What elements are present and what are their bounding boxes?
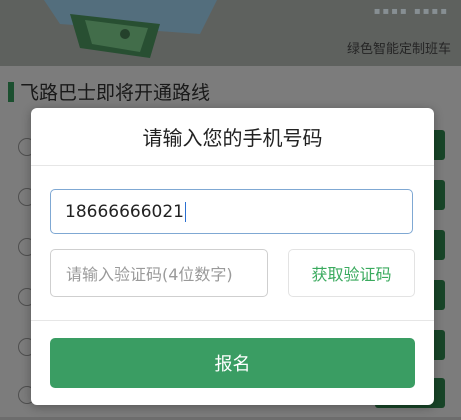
phone-input-value: 18666666021 [65, 201, 184, 222]
get-code-button[interactable]: 获取验证码 [288, 249, 415, 297]
modal-title: 请输入您的手机号码 [31, 108, 434, 166]
verification-code-input[interactable]: 请输入验证码(4位数字) [50, 249, 268, 297]
signup-button[interactable]: 报名 [50, 338, 415, 388]
phone-signup-modal: 请输入您的手机号码 18666666021 请输入验证码(4位数字) 获取验证码… [31, 108, 434, 405]
text-caret [184, 201, 187, 222]
verification-code-placeholder: 请输入验证码(4位数字) [66, 265, 233, 284]
modal-divider [31, 320, 434, 321]
phone-input[interactable]: 18666666021 [50, 189, 413, 234]
